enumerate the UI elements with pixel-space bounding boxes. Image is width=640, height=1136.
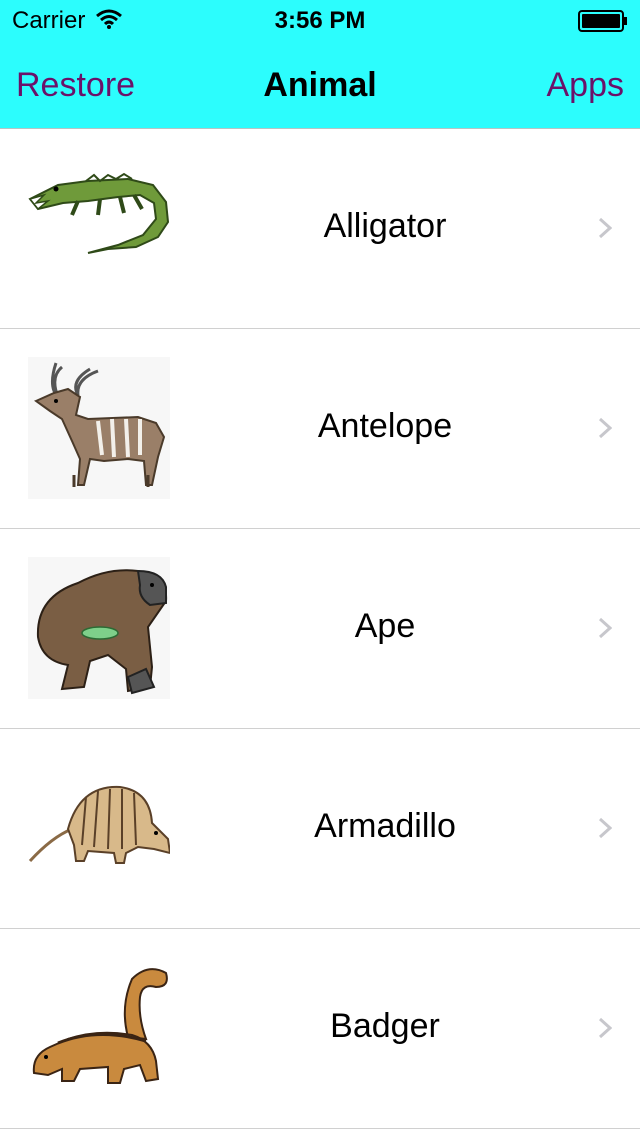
chevron-right-icon (598, 217, 613, 244)
animal-name: Ape (354, 607, 416, 645)
animal-list: Alligator Antelope Ape Armadillo Badger (0, 129, 640, 1129)
apps-button[interactable]: Apps (547, 66, 625, 105)
status-bar: Carrier 3:56 PM (0, 0, 640, 40)
animal-name: Armadillo (314, 807, 456, 845)
clock: 3:56 PM (274, 7, 366, 34)
list-item-badger[interactable]: Badger (0, 929, 640, 1129)
list-item-antelope[interactable]: Antelope (0, 329, 640, 529)
battery-icon (578, 10, 628, 39)
list-item-armadillo[interactable]: Armadillo (0, 729, 640, 929)
badger-image (28, 957, 170, 1099)
animal-name: Antelope (317, 407, 453, 445)
chevron-right-icon (598, 417, 613, 444)
navigation-header: Carrier 3:56 PM Restore Animal Apps (0, 0, 640, 129)
animal-name: Alligator (323, 207, 447, 245)
animal-name: Badger (330, 1007, 440, 1045)
armadillo-image (28, 757, 172, 899)
chevron-right-icon (598, 617, 613, 644)
antelope-image (28, 357, 170, 499)
navigation-bar: Restore Animal Apps (0, 40, 640, 128)
ape-image (28, 557, 170, 699)
page-title: Animal (263, 66, 377, 104)
list-item-ape[interactable]: Ape (0, 529, 640, 729)
chevron-right-icon (598, 817, 613, 844)
chevron-right-icon (598, 1017, 613, 1044)
alligator-image (28, 157, 170, 299)
list-item-alligator[interactable]: Alligator (0, 129, 640, 329)
